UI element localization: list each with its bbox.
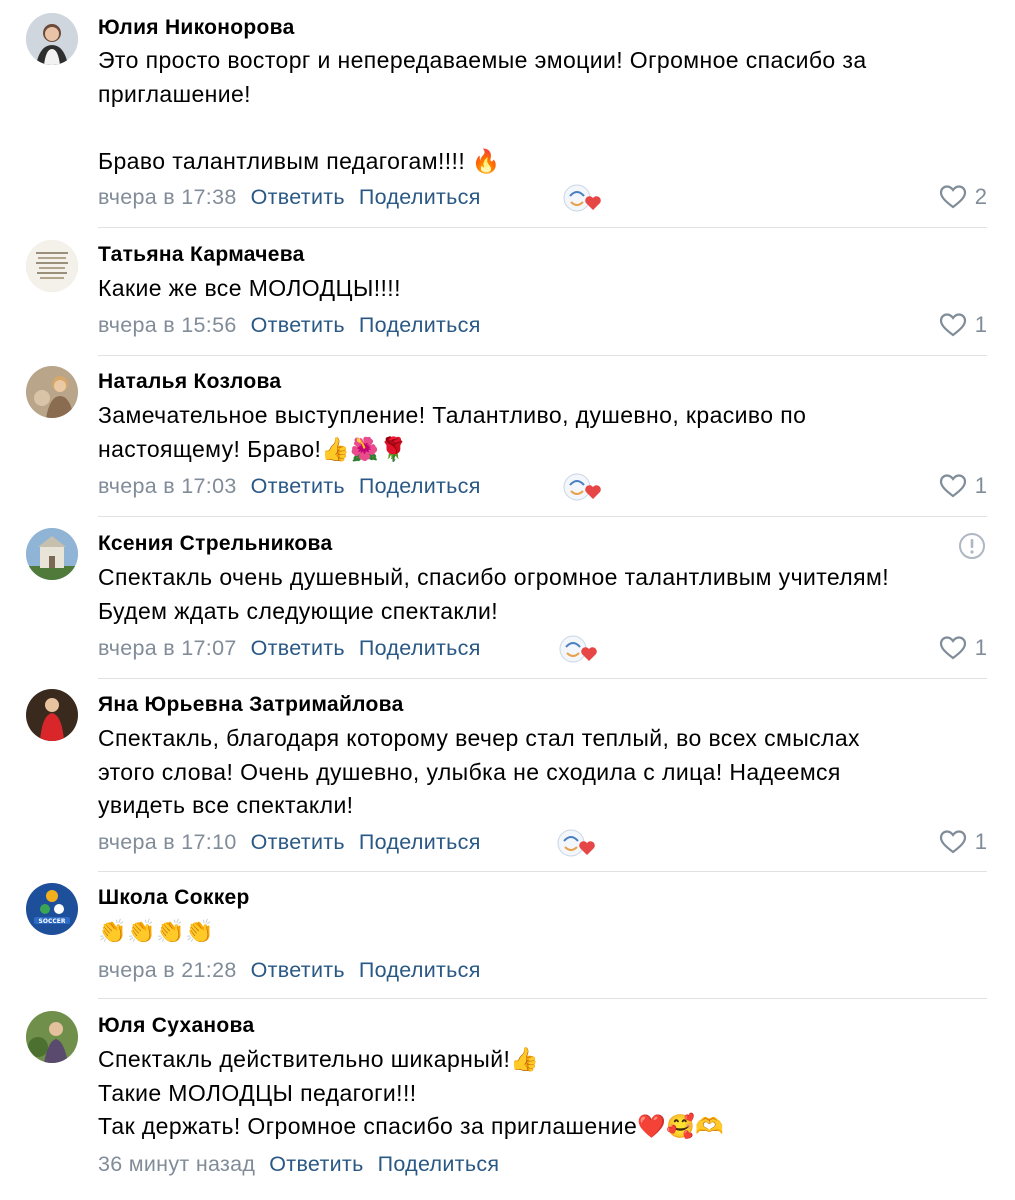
comment-line: 👏👏👏👏 <box>98 918 215 944</box>
share-button[interactable]: Поделиться <box>359 474 481 498</box>
comment-meta: вчера в 17:07 Ответить Поделиться <box>98 636 481 661</box>
avatar[interactable] <box>26 1011 78 1063</box>
comment-line: Такие МОЛОДЦЫ педагоги!!! <box>98 1079 417 1106</box>
comment-line: Будем ждать следующие спектакли! <box>98 597 498 624</box>
comment-meta: вчера в 15:56 Ответить Поделиться <box>98 313 481 338</box>
comment-author[interactable]: Юлия Никонорова <box>98 16 295 40</box>
share-button[interactable]: Поделиться <box>359 830 481 854</box>
author-reaction-heart-icon <box>561 473 607 503</box>
like-button[interactable]: 1 <box>939 635 987 661</box>
like-button[interactable]: 1 <box>939 829 987 855</box>
author-reaction-heart-icon <box>557 635 603 665</box>
avatar[interactable] <box>26 528 78 580</box>
comment-meta: вчера в 17:03 Ответить Поделиться <box>98 474 481 499</box>
comment-line: настоящему! Браво!👍🌺🌹 <box>98 435 409 462</box>
comment-line: Это просто восторг и непередаваемые эмоц… <box>98 47 867 73</box>
comment-author[interactable]: Яна Юрьевна Затримайлова <box>98 693 404 717</box>
comment-author[interactable]: Школа Соккер <box>98 886 250 910</box>
comment-text: Спектакль очень душевный, спасибо огромн… <box>98 561 975 628</box>
comment-time[interactable]: вчера в 15:56 <box>98 313 237 337</box>
comment-meta: вчера в 21:28 Ответить Поделиться <box>98 958 481 983</box>
comment-meta: 36 минут назад Ответить Поделиться <box>98 1152 499 1177</box>
like-count: 1 <box>974 312 987 337</box>
comment-line: Какие же все МОЛОДЦЫ!!!! <box>98 275 401 301</box>
heart-outline-icon <box>939 636 966 660</box>
comment-meta: вчера в 17:38 Ответить Поделиться <box>98 185 481 210</box>
share-button[interactable]: Поделиться <box>378 1152 500 1176</box>
reply-button[interactable]: Ответить <box>251 636 345 660</box>
comment-line: этого слова! Очень душевно, улыбка не сх… <box>98 758 841 785</box>
share-button[interactable]: Поделиться <box>359 958 481 982</box>
reply-button[interactable]: Ответить <box>251 474 345 498</box>
like-button[interactable]: 1 <box>939 473 987 499</box>
comment-time[interactable]: 36 минут назад <box>98 1152 255 1176</box>
comment-time[interactable]: вчера в 17:07 <box>98 636 237 660</box>
comment-author[interactable]: Наталья Козлова <box>98 370 281 394</box>
avatar[interactable] <box>26 13 78 65</box>
share-button[interactable]: Поделиться <box>359 636 481 660</box>
comment-text: Спектакль, благодаря которому вечер стал… <box>98 722 975 823</box>
like-button[interactable]: 1 <box>939 312 987 338</box>
reply-button[interactable]: Ответить <box>251 185 345 209</box>
reply-button[interactable]: Ответить <box>251 958 345 982</box>
like-count: 1 <box>974 829 987 854</box>
like-count: 1 <box>974 635 987 660</box>
heart-outline-icon <box>939 830 966 854</box>
comment-text: Замечательное выступление! Талантливо, д… <box>98 399 975 466</box>
soccer-logo-text: SOCCER <box>39 918 66 925</box>
like-button[interactable]: 2 <box>939 184 987 210</box>
comment-line: Спектакль очень душевный, спасибо огромн… <box>98 564 889 590</box>
comment-line <box>98 111 975 145</box>
comment-line: Так держать! Огромное спасибо за приглаш… <box>98 1113 725 1139</box>
comment-author[interactable]: Татьяна Кармачева <box>98 243 305 267</box>
divider <box>98 516 987 517</box>
comment-text: Какие же все МОЛОДЦЫ!!!! <box>98 272 975 306</box>
divider <box>98 227 987 228</box>
comment-line: Спектакль, благодаря которому вечер стал… <box>98 725 860 751</box>
author-reaction-heart-icon <box>561 184 607 214</box>
comment-line: Браво талантливым педагогам!!!! 🔥 <box>98 147 501 174</box>
comment-meta: вчера в 17:10 Ответить Поделиться <box>98 830 481 855</box>
divider <box>98 678 987 679</box>
comment-line: Спектакль действительно шикарный!👍 <box>98 1046 540 1072</box>
avatar[interactable] <box>26 689 78 741</box>
reply-button[interactable]: Ответить <box>269 1152 363 1176</box>
avatar[interactable]: SOCCER <box>26 883 78 935</box>
divider <box>98 998 987 999</box>
comment-text: Спектакль действительно шикарный!👍 Такие… <box>98 1043 975 1144</box>
comment-time[interactable]: вчера в 21:28 <box>98 958 237 982</box>
reply-button[interactable]: Ответить <box>251 313 345 337</box>
comment-line: увидеть все спектакли! <box>98 792 354 818</box>
share-button[interactable]: Поделиться <box>359 313 481 337</box>
heart-outline-icon <box>939 313 966 337</box>
heart-outline-icon <box>939 185 966 209</box>
avatar[interactable] <box>26 366 78 418</box>
comment-time[interactable]: вчера в 17:38 <box>98 185 237 209</box>
divider <box>98 871 987 872</box>
reply-button[interactable]: Ответить <box>251 830 345 854</box>
share-button[interactable]: Поделиться <box>359 185 481 209</box>
comment-author[interactable]: Юля Суханова <box>98 1014 254 1038</box>
comment-text: 👏👏👏👏 <box>98 915 975 949</box>
comment-text: Это просто восторг и непередаваемые эмоц… <box>98 44 975 178</box>
comment-line: Замечательное выступление! Талантливо, д… <box>98 402 807 428</box>
avatar[interactable] <box>26 240 78 292</box>
author-reaction-heart-icon <box>555 829 601 859</box>
like-count: 1 <box>974 473 987 498</box>
comment-time[interactable]: вчера в 17:03 <box>98 474 237 498</box>
comment-author[interactable]: Ксения Стрельникова <box>98 532 332 556</box>
comment-time[interactable]: вчера в 17:10 <box>98 830 237 854</box>
heart-outline-icon <box>939 474 966 498</box>
comment-line: приглашение! <box>98 80 251 107</box>
divider <box>98 355 987 356</box>
exclamation-circle-icon[interactable] <box>957 531 987 561</box>
like-count: 2 <box>974 184 987 209</box>
